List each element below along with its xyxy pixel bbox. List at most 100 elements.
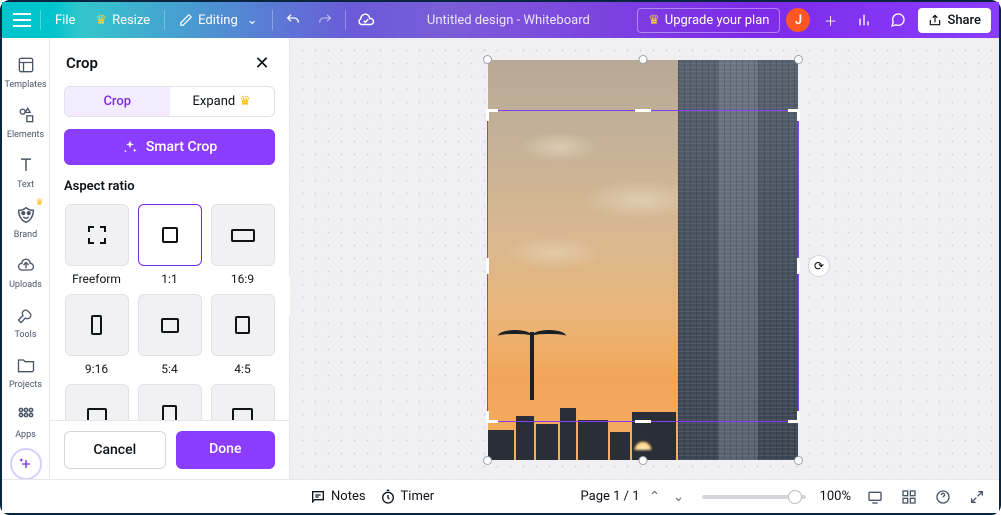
templates-icon [15,54,37,76]
ratio-4-3[interactable]: 4:3 [64,384,129,420]
uploads-icon [15,254,37,276]
page-up-button[interactable]: ⌃ [646,488,664,506]
document-title-area[interactable]: Untitled design - Whiteboard [384,13,633,28]
share-label: Share [947,13,981,28]
rail-item-uploads[interactable]: Uploads [2,246,50,296]
left-rail: TemplatesElements Text ♛BrandUploads Tools P… [2,38,50,479]
editing-mode-button[interactable]: Editing ⌄ [171,9,266,32]
aspect-ratio-label: Aspect ratio [64,179,275,194]
redo-button[interactable] [311,6,339,34]
file-menu[interactable]: File [47,9,83,32]
undo-button[interactable] [279,6,307,34]
ratio-shape-icon [235,316,250,334]
quick-actions-button[interactable] [10,448,42,480]
menu-button[interactable] [10,8,34,32]
resize-button[interactable]: ♛ Resize [87,9,158,32]
rail-item-label: Brand [14,230,37,240]
editing-label: Editing [198,13,238,28]
user-avatar[interactable]: J [786,8,810,32]
rail-item-label: Text [17,180,34,190]
crop-corner[interactable] [486,411,498,423]
rotate-button[interactable]: ⟳ [808,255,830,277]
ratio-1-1[interactable]: 1:1 [137,204,202,286]
tools-icon [15,304,37,326]
page-down-button[interactable]: ⌄ [670,488,688,506]
notes-button[interactable]: Notes [310,489,366,505]
ratio-swatch [138,204,202,266]
projects-icon [15,354,37,376]
grid-view-button[interactable] [899,487,919,507]
ratio-3-2[interactable]: 3:2 [210,384,275,420]
ratio-shape-icon [162,405,177,420]
smart-crop-label: Smart Crop [146,139,217,155]
timer-button[interactable]: Timer [380,489,435,505]
chevron-down-icon: ⌄ [673,489,685,505]
ratio-freeform[interactable]: Freeform [64,204,129,286]
rail-item-projects[interactable]: Projects [2,346,50,396]
plus-icon: ＋ [824,11,837,30]
smart-crop-button[interactable]: Smart Crop [64,129,275,165]
share-button[interactable]: Share [918,8,991,33]
panel-scroll[interactable]: Crop Expand♛ Smart Crop Aspect ratio Fre… [50,78,289,420]
rail-item-tools[interactable]: Tools [2,296,50,346]
crop-corner[interactable] [788,109,800,121]
rail-item-text[interactable]: Text [2,146,50,196]
done-button[interactable]: Done [176,431,276,469]
upgrade-button[interactable]: ♛ Upgrade your plan [637,8,780,33]
ratio-label: 16:9 [231,272,254,286]
fit-screen-button[interactable] [865,487,885,507]
crop-expand-tabs: Crop Expand♛ [64,86,275,117]
cancel-label: Cancel [93,442,136,458]
ratio-label: 1:1 [161,272,177,286]
page-navigator: Page 1 / 1 ⌃ ⌄ [581,488,688,506]
rail-item-label: Apps [15,430,36,440]
rail-item-brand[interactable]: ♛Brand [2,196,50,246]
comments-button[interactable] [884,6,912,34]
top-toolbar: File ♛ Resize Editing ⌄ Untitled design … [2,2,999,38]
resize-label: Resize [112,13,150,28]
fullscreen-button[interactable] [967,487,987,507]
panel-close-button[interactable]: ✕ [251,52,273,74]
canvas[interactable]: ⟳ [290,38,999,479]
rail-item-templates[interactable]: Templates [2,46,50,96]
ratio-5-4[interactable]: 5:4 [137,294,202,376]
crop-frame[interactable]: ⟳ [487,110,799,422]
ratio-3-4[interactable]: 3:4 [137,384,202,420]
crop-corner[interactable] [788,411,800,423]
ratio-4-5[interactable]: 4:5 [210,294,275,376]
chevron-up-icon: ⌃ [649,489,661,505]
timer-label: Timer [401,489,435,504]
avatar-initial: J [795,13,802,28]
rail-item-label: Projects [9,380,42,390]
ratio-shape-icon [232,408,253,420]
rail-item-apps[interactable]: Apps [2,396,50,446]
sparkle-icon [122,139,138,155]
cancel-button[interactable]: Cancel [64,431,166,469]
tab-expand[interactable]: Expand♛ [170,87,275,116]
separator [272,10,273,30]
screen-icon [867,489,883,505]
ratio-shape-icon [231,229,255,242]
zoom-slider[interactable] [702,495,806,499]
help-button[interactable] [933,487,953,507]
cloud-sync-button[interactable] [352,6,380,34]
analytics-button[interactable] [850,6,878,34]
rail-item-elements[interactable]: Elements [2,96,50,146]
crop-edge[interactable] [486,258,489,274]
ratio-swatch [65,384,129,420]
crop-edge[interactable] [635,109,651,112]
add-member-button[interactable]: ＋ [816,6,844,34]
chart-icon [856,12,872,28]
ratio-9-16[interactable]: 9:16 [64,294,129,376]
panel-footer: Cancel Done [50,420,289,479]
crop-corner[interactable] [486,109,498,121]
ratio-shape-icon [87,408,107,421]
rail-item-label: Tools [14,330,36,340]
help-icon [935,489,951,505]
sparkle-plus-icon [18,456,34,472]
grid-icon [901,489,917,505]
crop-edge[interactable] [797,258,800,274]
crop-edge[interactable] [635,420,651,423]
ratio-16-9[interactable]: 16:9 [210,204,275,286]
tab-crop[interactable]: Crop [65,87,170,116]
